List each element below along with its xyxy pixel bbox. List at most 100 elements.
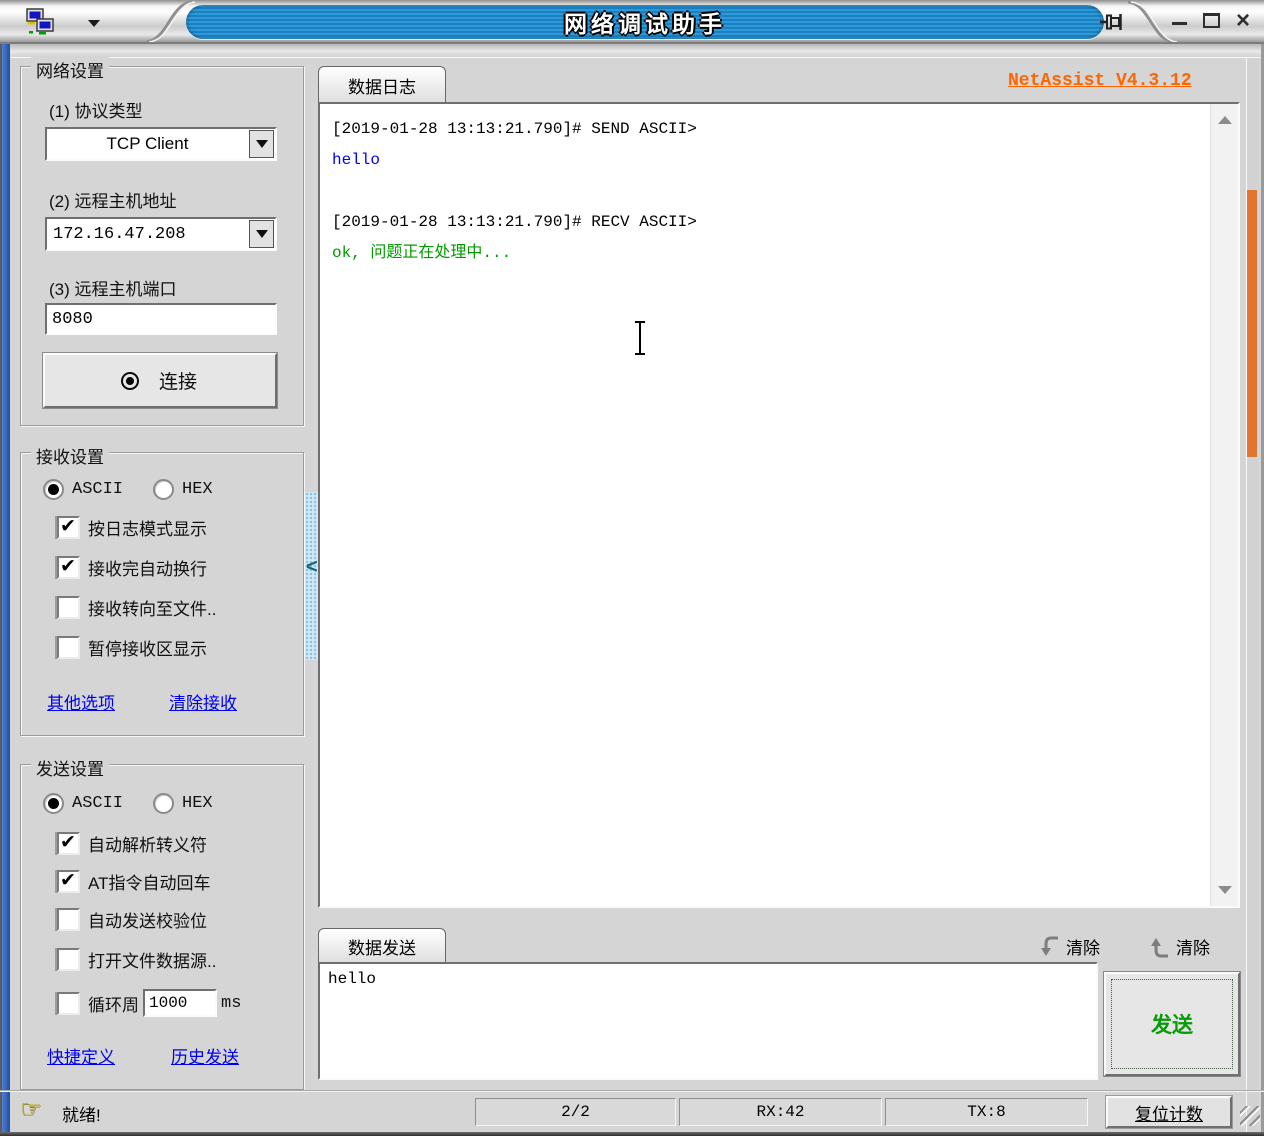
protocol-dropdown-button[interactable] [249,130,274,158]
checkbox-label: 暂停接收区显示 [88,635,207,660]
clear-down-arrow-icon [1038,935,1060,959]
titlebar-lower-strip [0,44,1264,58]
protocol-value: TCP Client [47,129,248,159]
netassist-version-link[interactable]: NetAssist V4.3.12 [1008,71,1192,91]
log-scrollbar[interactable] [1210,104,1238,906]
network-settings-title: 网络设置 [31,57,109,82]
status-tx-counter: TX:8 [885,1098,1088,1126]
checkbox-label: 接收转向至文件.. [88,595,216,620]
host-dropdown-button[interactable] [249,220,274,248]
checkbox-label: 接收完自动换行 [88,555,207,580]
recv-hex-radio[interactable] [153,479,174,500]
checkbox-label: AT指令自动回车 [88,869,210,894]
recv-hex-label: HEX [182,480,213,499]
cycle-period-input[interactable]: 1000 [143,989,217,1017]
recv-check-row: 暂停接收区显示 [57,635,207,660]
send-shortcut-link[interactable]: 快捷定义 [47,1043,115,1068]
connect-button-label: 连接 [159,367,197,394]
dropdown-arrow-icon [256,140,268,148]
connect-button[interactable]: 连接 [43,353,277,408]
minimize-button[interactable] [1172,22,1187,25]
recv-more-options-link[interactable]: 其他选项 [47,689,115,714]
send-settings-title: 发送设置 [31,755,109,780]
cycle-unit-label: ms [221,994,241,1013]
panel-splitter[interactable]: < [305,492,318,660]
log-line: [2019-01-28 13:13:21.790]# SEND ASCII> [332,114,1206,145]
protocol-combobox[interactable]: TCP Client [45,127,277,161]
window-right-orange-accent [1247,190,1257,457]
window-title: 网络调试助手 [564,5,726,39]
recv-settings-group: 接收设置 ASCII HEX 按日志模式显示 接收完自动换行 接收转向至文件..… [20,452,304,736]
recv-log-mode-checkbox[interactable] [57,516,80,539]
host-combobox[interactable]: 172.16.47.208 [45,217,277,251]
send-escape-parse-checkbox[interactable] [57,832,80,855]
title-bar: 网络调试助手 × [0,0,1264,44]
window-bottom-edge [0,1132,1264,1136]
recv-clear-link[interactable]: 清除接收 [169,689,237,714]
tab-data-send[interactable]: 数据发送 [318,928,446,963]
checkbox-label: 循环周 [88,991,139,1016]
resize-grip[interactable] [1240,1106,1260,1126]
port-input[interactable]: 8080 [45,303,277,335]
send-check-row: 自动发送校验位 [57,907,207,932]
send-input[interactable]: hello [318,962,1098,1080]
maximize-button[interactable] [1203,13,1220,28]
title-pill: 网络调试助手 [186,5,1104,39]
checkbox-label: 自动发送校验位 [88,907,207,932]
recv-ascii-label: ASCII [72,480,123,499]
connection-status-icon [123,374,137,388]
port-label: (3) 远程主机端口 [49,275,177,300]
app-network-icon[interactable] [26,8,58,41]
recv-auto-newline-checkbox[interactable] [57,556,80,579]
send-input-value: hello [328,970,376,988]
checkbox-label: 按日志模式显示 [88,515,207,540]
port-value: 8080 [52,310,93,329]
send-hex-label: HEX [182,794,213,813]
ready-hand-icon: ☞ [20,1095,42,1124]
reset-count-button[interactable]: 复位计数 [1106,1096,1232,1128]
recv-check-row: 按日志模式显示 [57,515,207,540]
clear-recv-button[interactable]: 清除 [1038,934,1100,959]
tab-data-log[interactable]: 数据日志 [318,66,446,103]
ready-status-text: 就绪! [62,1101,101,1126]
clear-recv-label: 清除 [1066,934,1100,959]
window-left-blue-border [2,44,10,1136]
close-button[interactable]: × [1232,6,1254,36]
recv-to-file-checkbox[interactable] [57,596,80,619]
log-content: [2019-01-28 13:13:21.790]# SEND ASCII> h… [332,114,1206,900]
send-checksum-checkbox[interactable] [57,908,80,931]
log-line: ok, 问题正在处理中... [332,238,1206,269]
send-button-label: 发送 [1106,974,1238,1074]
status-rx-counter: RX:42 [679,1098,882,1126]
host-label: (2) 远程主机地址 [49,187,177,212]
collapse-chevron-icon: < [306,556,318,579]
text-cursor-ibeam [632,320,648,361]
recv-check-row: 接收完自动换行 [57,555,207,580]
scroll-up-icon[interactable] [1218,116,1232,124]
checkbox-label: 打开文件数据源.. [88,947,216,972]
data-log-area[interactable]: [2019-01-28 13:13:21.790]# SEND ASCII> h… [318,102,1240,908]
scroll-down-icon[interactable] [1218,886,1232,894]
tab-data-log-label: 数据日志 [348,73,416,98]
host-value: 172.16.47.208 [47,219,248,249]
send-file-source-checkbox[interactable] [57,948,80,971]
recv-pause-display-checkbox[interactable] [57,636,80,659]
log-line [332,176,1206,207]
app-menu-caret-icon[interactable] [88,20,100,27]
send-ascii-label: ASCII [72,794,123,813]
send-check-row: 自动解析转义符 [57,831,207,856]
log-line: [2019-01-28 13:13:21.790]# RECV ASCII> [332,207,1206,238]
send-check-row: 打开文件数据源.. [57,947,216,972]
pin-icon[interactable] [1098,10,1128,39]
send-hex-radio[interactable] [153,793,174,814]
checkbox-label: 自动解析转义符 [88,831,207,856]
send-at-cr-checkbox[interactable] [57,870,80,893]
recv-check-row: 接收转向至文件.. [57,595,216,620]
clear-send-button[interactable]: 清除 [1148,934,1210,959]
clear-send-label: 清除 [1176,934,1210,959]
send-cycle-checkbox[interactable] [57,992,80,1015]
send-history-link[interactable]: 历史发送 [171,1043,239,1068]
send-ascii-radio[interactable] [43,793,64,814]
send-button[interactable]: 发送 [1104,972,1240,1076]
recv-ascii-radio[interactable] [43,479,64,500]
